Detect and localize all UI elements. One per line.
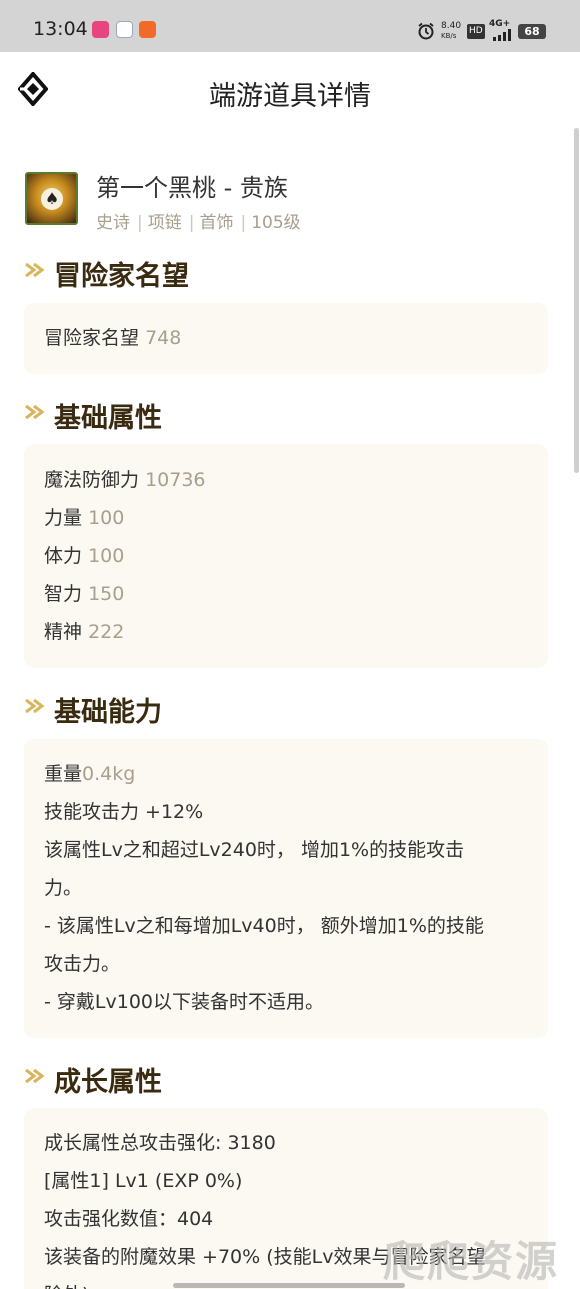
stat-row: 智力 150: [44, 575, 528, 613]
stat-row: 体力 100: [44, 537, 528, 575]
section-title: 基础能力: [54, 697, 162, 728]
page-header: 端游道具详情: [0, 52, 580, 130]
tag-separator: |: [188, 213, 195, 233]
status-bar: 13:04 8.40 KB/s HD 4G+ 68: [0, 0, 580, 52]
section-arrow-icon: [25, 698, 45, 714]
net-speed-unit: KB/s: [441, 32, 457, 40]
section-arrow-icon: [25, 262, 45, 278]
item-name: 第一个黑桃 - 贵族: [96, 174, 288, 202]
ability-line: 该属性Lv之和超过Lv240时， 增加1%的技能攻击: [44, 839, 465, 861]
section-title: 成长属性: [54, 1067, 162, 1098]
notification-cloud-icon: [116, 21, 133, 38]
section-arrow-icon: [25, 1068, 45, 1084]
ability-line: 攻击力。: [44, 953, 121, 975]
home-indicator[interactable]: [173, 1283, 405, 1288]
item-tag-rarity: 史诗: [96, 213, 130, 233]
growth-line: 成长属性总攻击强化: 3180: [44, 1132, 276, 1154]
ability-line: 技能攻击力 +12%: [44, 801, 204, 823]
stat-label: 力量: [44, 507, 83, 529]
tag-separator: |: [240, 213, 247, 233]
stat-value: 150: [88, 583, 125, 605]
stat-value: 100: [88, 545, 125, 567]
base-abilities-card: 重量0.4kg 技能攻击力 +12% 该属性Lv之和超过Lv240时， 增加1%…: [24, 739, 548, 1038]
section-title: 冒险家名望: [54, 261, 189, 292]
stat-value: 10736: [145, 469, 206, 491]
item-tag-level: 105级: [251, 213, 301, 233]
ability-line: - 该属性Lv之和每增加Lv40时， 额外增加1%的技能: [44, 915, 484, 937]
stat-value: 100: [88, 507, 125, 529]
battery-indicator: 68: [518, 24, 546, 39]
weight-label: 重量: [44, 763, 83, 785]
stat-label: 魔法防御力: [44, 469, 140, 491]
stat-value: 748: [145, 327, 182, 349]
stat-label: 智力: [44, 583, 83, 605]
stat-value: 222: [88, 621, 125, 643]
page-title: 端游道具详情: [209, 81, 371, 112]
stat-label: 体力: [44, 545, 83, 567]
stat-row: 冒险家名望 748: [44, 319, 528, 357]
item-tags: 史诗 | 项链 | 首饰 | 105级: [96, 208, 301, 233]
signal-icon: [493, 29, 511, 41]
item-icon: ♠: [25, 172, 78, 225]
stat-row: 魔法防御力 10736: [44, 461, 528, 499]
alarm-icon: [418, 22, 434, 40]
net-speed-value: 8.40: [441, 21, 462, 31]
weight-row: 重量0.4kg: [44, 755, 528, 793]
network-type: 4G+: [489, 19, 511, 29]
stat-row: 力量 100: [44, 499, 528, 537]
status-time: 13:04: [33, 18, 88, 40]
spade-icon: ♠: [41, 188, 63, 210]
stat-label: 冒险家名望: [44, 327, 140, 349]
notification-shop-icon: [139, 21, 156, 38]
item-tag-type: 项链: [147, 213, 182, 233]
ability-line: - 穿戴Lv100以下装备时不适用。: [44, 991, 324, 1013]
item-tag-category: 首饰: [199, 213, 234, 233]
tag-separator: |: [137, 213, 143, 233]
base-attributes-card: 魔法防御力 10736 力量 100 体力 100 智力 150 精神 222: [24, 444, 548, 668]
section-title: 基础属性: [54, 403, 162, 434]
ability-line: 力。: [44, 877, 83, 899]
watermark: 爬爬资源: [383, 1237, 560, 1286]
reputation-card: 冒险家名望 748: [24, 303, 548, 374]
hd-icon: HD: [467, 24, 485, 39]
notification-app-icon: [92, 21, 109, 38]
scrollbar[interactable]: [574, 128, 579, 473]
stat-label: 精神: [44, 621, 83, 643]
weight-value: 0.4kg: [82, 763, 136, 785]
section-arrow-icon: [25, 404, 45, 420]
growth-line: [属性1] Lv1 (EXP 0%): [44, 1170, 243, 1192]
stat-row: 精神 222: [44, 613, 528, 651]
